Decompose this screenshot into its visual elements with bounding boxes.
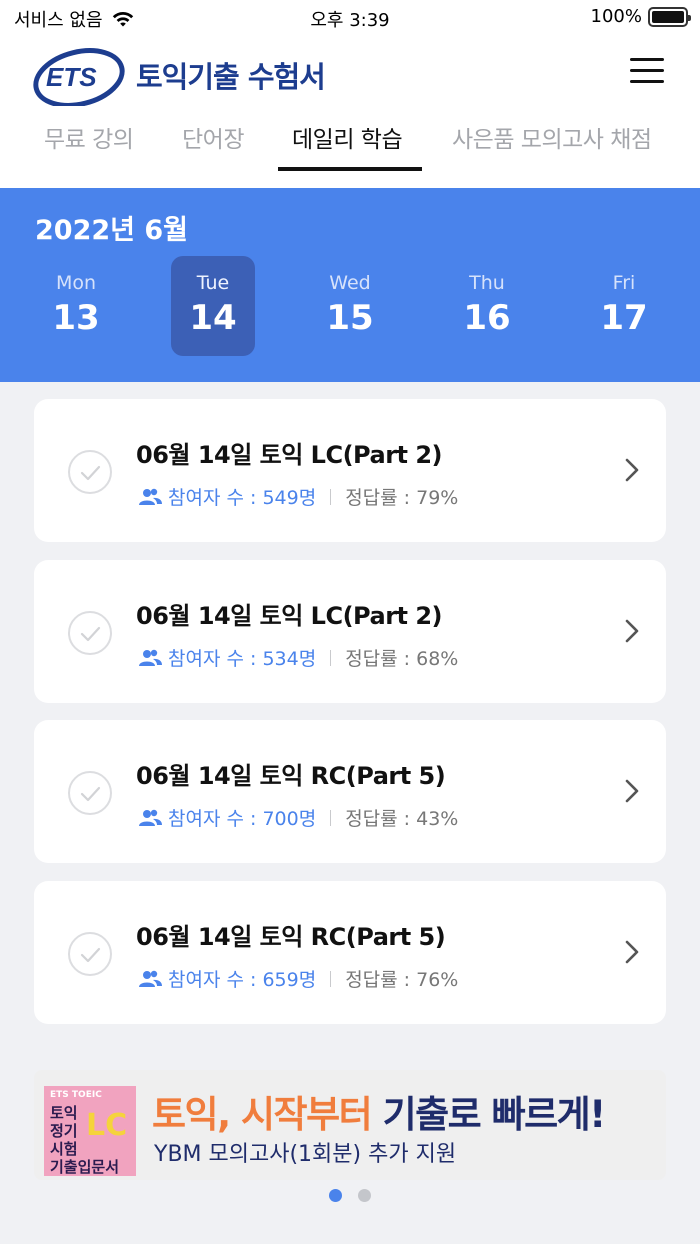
chevron-right-icon (625, 619, 639, 643)
check-circle-icon[interactable] (68, 771, 112, 815)
tab-vocabulary[interactable]: 단어장 (182, 120, 244, 154)
check-circle-icon[interactable] (68, 932, 112, 976)
chevron-right-icon (625, 458, 639, 482)
svg-text:ETS: ETS (46, 62, 97, 92)
people-icon (139, 970, 162, 987)
quiz-meta: 참여자 수 : 534명 정답률 : 68% (136, 644, 458, 671)
accuracy-rate: 정답률 : 76% (345, 969, 459, 991)
promo-banner[interactable]: ETS TOEIC LC 토익 정기 시험 기출입문서 토익, 시작부터 기출로 빠르… (34, 1070, 666, 1180)
meta-divider (330, 649, 332, 666)
participant-count: 참여자 수 : 659명 (168, 969, 317, 991)
meta-divider (330, 809, 332, 826)
ets-logo: ETS (33, 48, 125, 106)
app-title: 토익기출 수험서 (136, 60, 326, 94)
day-of-week: Tue (196, 272, 230, 294)
day-number: 17 (600, 298, 648, 338)
tab-bar: 무료 강의 단어장 데일리 학습 사은품 모의고사 채점 (0, 120, 700, 172)
participant-count: 참여자 수 : 700명 (168, 808, 317, 830)
day-number: 14 (189, 298, 237, 338)
chevron-right-icon (625, 779, 639, 803)
calendar-month: 2022년 6월 (35, 215, 189, 246)
pagination-dot[interactable] (329, 1189, 342, 1202)
battery-percent: 100% (590, 6, 642, 27)
headline-part-2: 기출로 빠르게! (382, 1093, 607, 1136)
participant-count: 참여자 수 : 549명 (168, 487, 317, 509)
banner-pagination (0, 1189, 700, 1203)
quiz-title: 06월 14일 토익 LC(Part 2) (136, 602, 443, 630)
meta-divider (330, 970, 332, 987)
quiz-card[interactable]: 06월 14일 토익 LC(Part 2) 참여자 수 : 549명 정답률 :… (34, 399, 666, 542)
book-cover-image: ETS TOEIC LC 토익 정기 시험 기출입문서 (44, 1086, 136, 1176)
participant-count: 참여자 수 : 534명 (168, 648, 317, 670)
banner-headline: 토익, 시작부터 기출로 빠르게! (152, 1084, 607, 1138)
meta-divider (330, 488, 332, 505)
quiz-card[interactable]: 06월 14일 토익 RC(Part 5) 참여자 수 : 700명 정답률 :… (34, 720, 666, 863)
calendar-week: 2022년 6월 Mon 13 Tue 14 Wed 15 Thu 16 Fri… (0, 188, 700, 382)
day-number: 16 (463, 298, 511, 338)
day-number: 15 (326, 298, 374, 338)
accuracy-rate: 정답률 : 79% (345, 487, 459, 509)
headline-part-1: 토익, 시작부터 (152, 1093, 373, 1136)
quiz-card[interactable]: 06월 14일 토익 RC(Part 5) 참여자 수 : 659명 정답률 :… (34, 881, 666, 1024)
quiz-title: 06월 14일 토익 RC(Part 5) (136, 923, 446, 951)
quiz-meta: 참여자 수 : 659명 정답률 : 76% (136, 965, 458, 992)
book-tag: ETS TOEIC (50, 1090, 102, 1100)
quiz-meta: 참여자 수 : 549명 정답률 : 79% (136, 483, 458, 510)
people-icon (139, 488, 162, 505)
quiz-title: 06월 14일 토익 LC(Part 2) (136, 441, 443, 469)
tab-free-lectures[interactable]: 무료 강의 (44, 120, 134, 154)
book-cover-text: 토익 정기 시험 기출입문서 (50, 1104, 120, 1176)
day-fri[interactable]: Fri 17 (582, 256, 666, 356)
day-of-week: Thu (469, 272, 505, 294)
day-of-week: Wed (329, 272, 371, 294)
check-circle-icon[interactable] (68, 611, 112, 655)
battery-icon (648, 6, 691, 27)
chevron-right-icon (625, 940, 639, 964)
active-tab-indicator (278, 167, 422, 171)
tab-daily-study[interactable]: 데일리 학습 (292, 120, 403, 154)
status-bar: 서비스 없음 오후 3:39 100% (0, 0, 700, 36)
people-icon (139, 809, 162, 826)
app-header: ETS 토익기출 수험서 무료 강의 단어장 데일리 학습 사은품 모의고사 채… (0, 36, 700, 188)
day-of-week: Mon (55, 272, 97, 294)
banner-subtitle: YBM 모의고사(1회분) 추가 지원 (154, 1142, 457, 1167)
quiz-meta: 참여자 수 : 700명 정답률 : 43% (136, 804, 458, 831)
day-wed[interactable]: Wed 15 (308, 256, 392, 356)
pagination-dot[interactable] (358, 1189, 371, 1202)
check-circle-icon[interactable] (68, 450, 112, 494)
quiz-card[interactable]: 06월 14일 토익 LC(Part 2) 참여자 수 : 534명 정답률 :… (34, 560, 666, 703)
tab-mock-test-grading[interactable]: 사은품 모의고사 채점 (452, 120, 652, 154)
day-number: 13 (52, 298, 100, 338)
quiz-title: 06월 14일 토익 RC(Part 5) (136, 762, 446, 790)
day-mon[interactable]: Mon 13 (34, 256, 118, 356)
day-of-week: Fri (612, 272, 636, 294)
hamburger-menu-icon[interactable] (630, 58, 664, 86)
accuracy-rate: 정답률 : 68% (345, 648, 459, 670)
accuracy-rate: 정답률 : 43% (345, 808, 459, 830)
people-icon (139, 649, 162, 666)
day-thu[interactable]: Thu 16 (445, 256, 529, 356)
day-tue[interactable]: Tue 14 (171, 256, 255, 356)
status-right: 100% (590, 6, 691, 27)
